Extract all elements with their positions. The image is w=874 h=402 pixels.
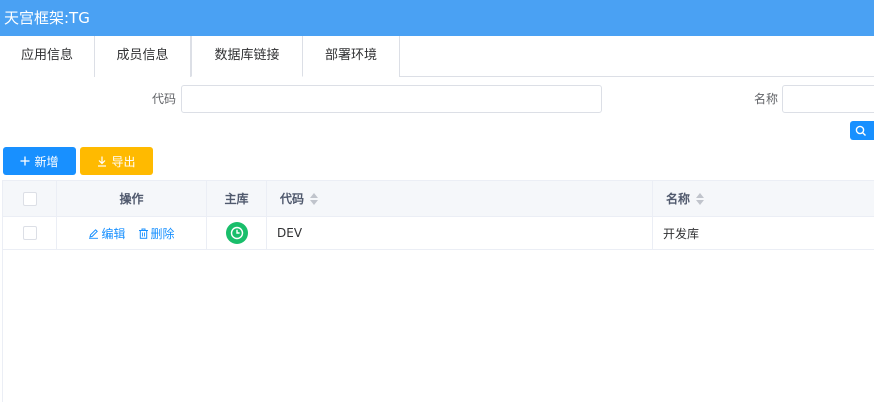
tab-member-info[interactable]: 成员信息 (95, 36, 191, 77)
search-icon (855, 125, 866, 136)
delete-link[interactable]: 删除 (138, 225, 175, 242)
name-filter-label: 名称 (754, 92, 779, 106)
name-filter-input[interactable] (782, 85, 874, 113)
edit-label: 编辑 (101, 226, 126, 241)
app-title-bar: 天宫框架:TG (0, 0, 874, 36)
row-select-cell (3, 217, 57, 249)
table-row: 编辑 删除 DEV 开发库 (3, 217, 874, 250)
row-code-cell: DEV (267, 217, 653, 249)
trash-icon (138, 228, 148, 239)
export-button[interactable]: 导出 (80, 147, 153, 175)
add-button-label: 新增 (34, 154, 59, 169)
code-filter-label: 代码 (152, 92, 177, 106)
row-name-cell: 开发库 (663, 226, 700, 241)
sort-icon[interactable] (696, 192, 705, 205)
tab-deploy-env[interactable]: 部署环境 (303, 36, 400, 77)
select-all-cell (3, 181, 57, 216)
column-header-master: 主库 (207, 181, 267, 216)
edit-link[interactable]: 编辑 (88, 225, 126, 242)
column-header-code[interactable]: 代码 (267, 181, 653, 216)
tab-app-info[interactable]: 应用信息 (0, 36, 95, 77)
code-filter-input[interactable] (181, 85, 602, 113)
table-header: 操作 主库 代码 名称 (3, 180, 874, 217)
row-actions-cell: 编辑 删除 (57, 217, 207, 249)
column-header-name[interactable]: 名称 (653, 181, 874, 216)
column-header-code-label: 代码 (280, 192, 305, 206)
download-icon (98, 156, 107, 167)
column-header-actions: 操作 (57, 181, 207, 216)
sort-icon[interactable] (310, 192, 319, 205)
export-button-label: 导出 (111, 154, 136, 169)
plus-icon (20, 156, 30, 166)
row-checkbox[interactable] (22, 226, 37, 240)
tab-bar: 应用信息 成员信息 数据库链接 部署环境 (0, 36, 874, 77)
row-master-cell (207, 217, 267, 249)
app-title: 天宫框架:TG (4, 9, 90, 27)
edit-icon (89, 228, 99, 239)
search-button[interactable] (850, 121, 874, 140)
column-header-name-label: 名称 (666, 192, 691, 206)
master-status-badge (225, 222, 248, 244)
select-all-checkbox[interactable] (22, 191, 37, 206)
delete-label: 删除 (150, 226, 175, 241)
tab-db-connection[interactable]: 数据库链接 (191, 36, 303, 77)
db-connection-table: 操作 主库 代码 名称 编辑 删除 DEV 开发库 (2, 180, 874, 402)
clock-icon (230, 226, 243, 240)
add-button[interactable]: 新增 (3, 147, 76, 175)
